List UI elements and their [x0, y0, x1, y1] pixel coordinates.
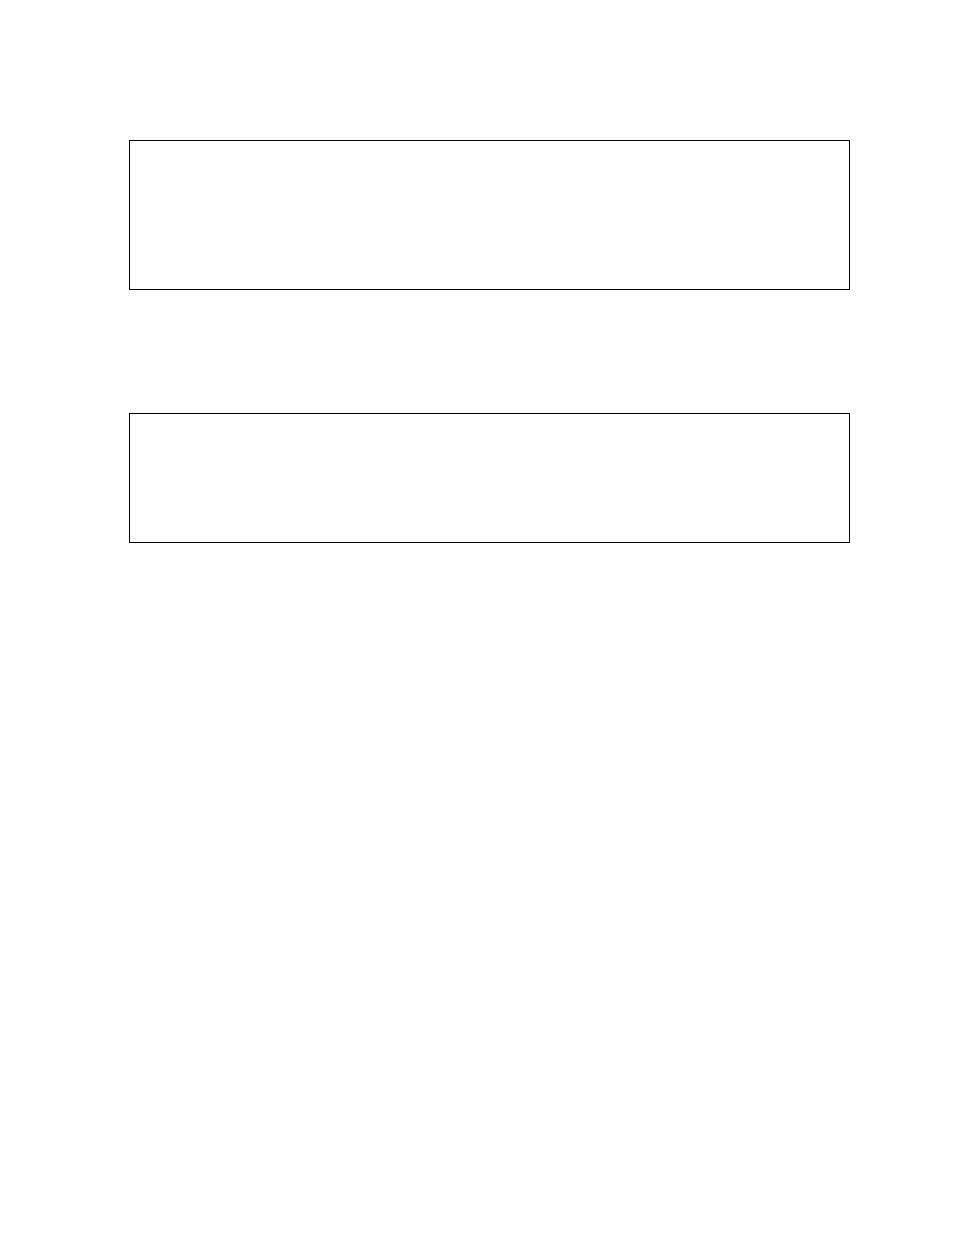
empty-box-1 — [129, 140, 850, 290]
empty-box-2 — [129, 413, 850, 543]
